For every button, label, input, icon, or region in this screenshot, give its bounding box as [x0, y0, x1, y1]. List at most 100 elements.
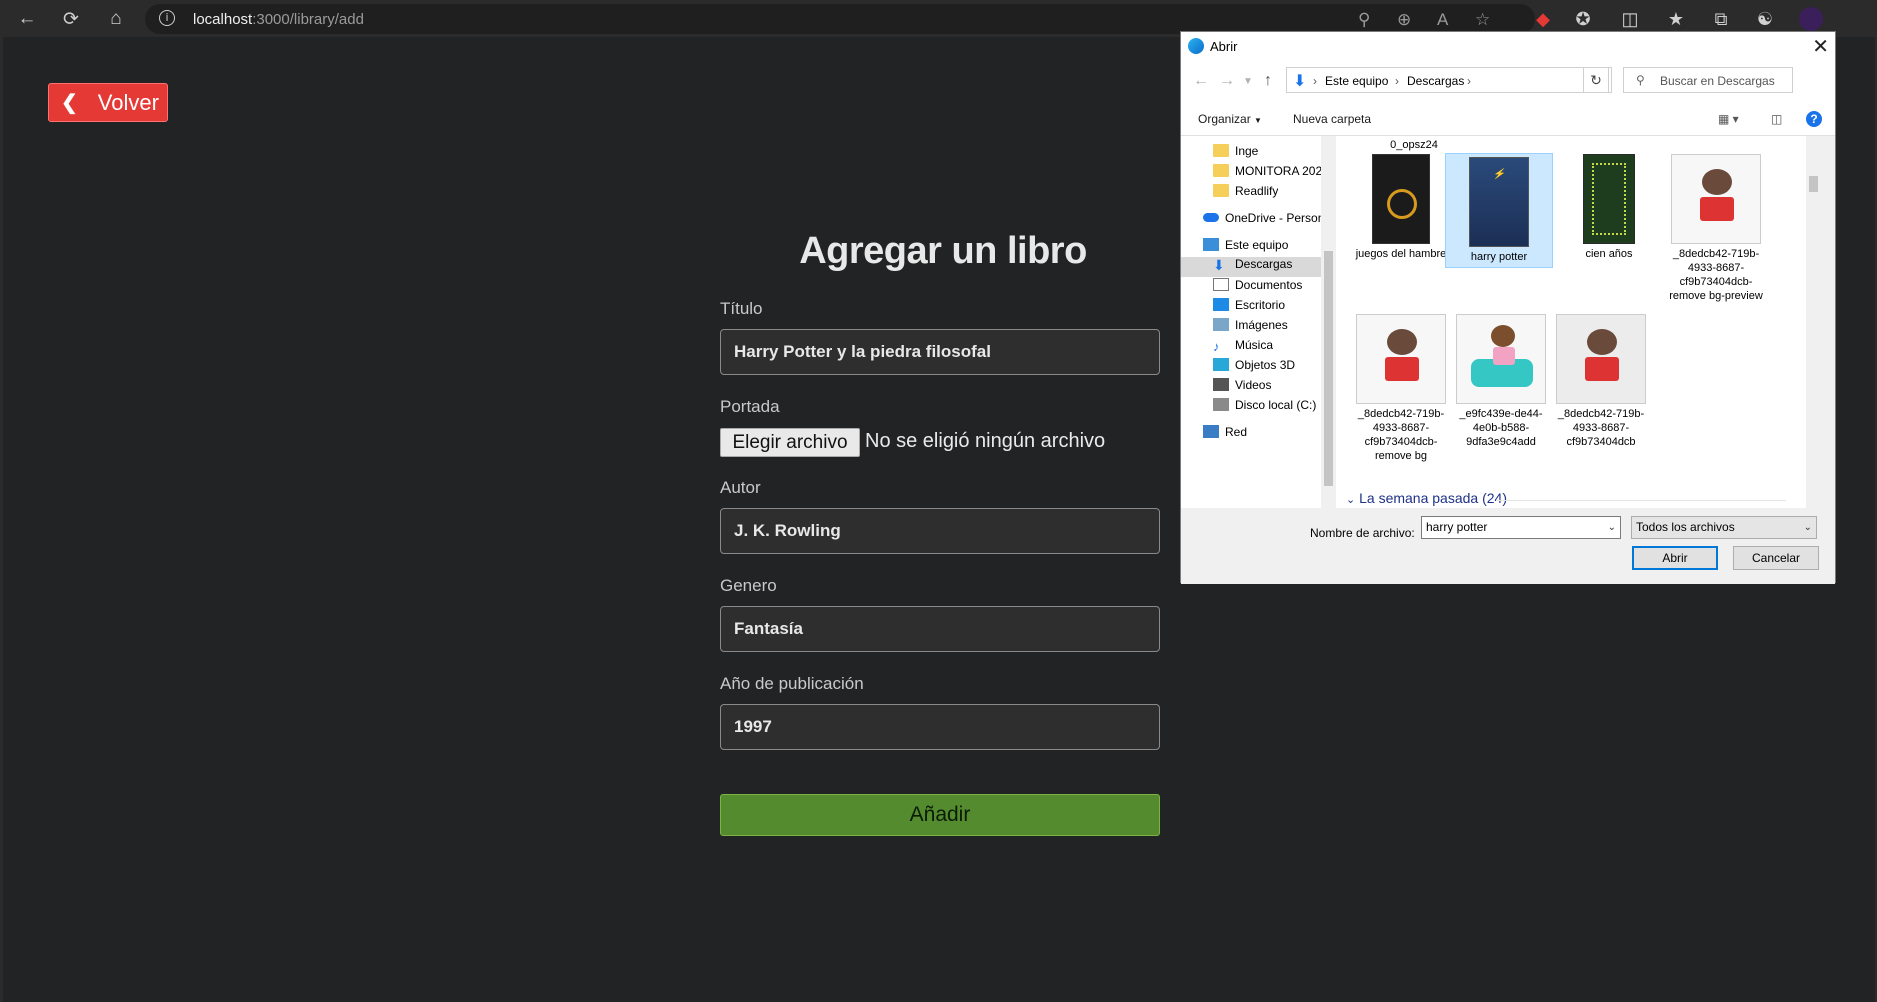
book-cover-thumbnail: ⚡ [1469, 157, 1529, 247]
nav-back-icon[interactable]: ← [1193, 72, 1209, 90]
tree-item-imagenes[interactable]: Imágenes [1213, 318, 1288, 338]
file-open-dialog: Abrir ✕ ← → ▼ ↑ ⬇ › Este equipo › Descar… [1180, 31, 1836, 584]
tree-item-videos[interactable]: Videos [1213, 378, 1271, 398]
group-header[interactable]: ⌄ La semana pasada (24) [1346, 490, 1507, 506]
recent-dropdown-icon[interactable]: ▼ [1243, 76, 1253, 87]
file-name: harry potter [1470, 251, 1528, 263]
autor-input[interactable]: J. K. Rowling [720, 508, 1160, 554]
file-item[interactable]: _e9fc439e-de44-4e0b-b588-9dfa3e9c4add [1447, 314, 1555, 449]
file-item[interactable]: _8dedcb42-719b-4933-8687-cf9b73404dcb-re… [1347, 314, 1455, 463]
chevron-down-icon[interactable]: ⌄ [1608, 517, 1616, 538]
choose-file-button[interactable]: Elegir archivo [720, 428, 860, 457]
address-bar[interactable]: i localhost:3000/library/add ⚲ ⊕ A ☆ [145, 4, 1535, 34]
info-icon[interactable]: i [159, 10, 175, 26]
anio-label: Año de publicación [720, 674, 864, 693]
tree-item-label: Documentos [1235, 278, 1303, 292]
nav-up-icon[interactable]: ↑ [1264, 72, 1272, 90]
read-aloud-icon[interactable]: A [1437, 10, 1448, 30]
tree-item-label: Imágenes [1235, 318, 1288, 332]
home-icon[interactable]: ⌂ [103, 6, 129, 32]
tree-item-este-equipo[interactable]: Este equipo [1203, 238, 1288, 258]
tree-item-monitora[interactable]: MONITORA 2023 [1213, 164, 1329, 184]
scrollbar-thumb[interactable] [1809, 176, 1818, 192]
breadcrumb-sep-icon: › [1313, 74, 1317, 88]
breadcrumb-sep-icon: › [1395, 74, 1399, 88]
search-input[interactable]: ⚲ Buscar en Descargas [1623, 67, 1793, 93]
file-item-selected[interactable]: ⚡ harry potter [1445, 153, 1553, 268]
breadcrumb[interactable]: ⬇ › Este equipo › Descargas › ⌄ [1286, 67, 1612, 93]
tree-item-readlify[interactable]: Readlify [1213, 184, 1278, 204]
tree-item-escritorio[interactable]: Escritorio [1213, 298, 1285, 318]
url-text[interactable]: localhost:3000/library/add [193, 11, 364, 28]
key-icon[interactable]: ⚲ [1358, 10, 1370, 30]
nav-forward-icon[interactable]: → [1219, 72, 1235, 90]
scrollbar-thumb[interactable] [1324, 251, 1333, 486]
performance-icon[interactable]: ☯ [1753, 7, 1777, 31]
tree-item-onedrive[interactable]: OneDrive - Person [1203, 211, 1321, 231]
file-item[interactable]: _8dedcb42-719b-4933-8687-cf9b73404dcb [1547, 314, 1655, 449]
genero-input[interactable]: Fantasía [720, 606, 1160, 652]
ublock-icon[interactable]: ◆ [1531, 7, 1555, 31]
download-icon: ⬇ [1213, 257, 1225, 273]
titulo-input[interactable]: Harry Potter y la piedra filosofal [720, 329, 1160, 375]
back-arrow-icon[interactable]: ← [14, 6, 40, 32]
file-item[interactable]: cien años [1555, 154, 1663, 261]
tree-scrollbar[interactable] [1321, 136, 1336, 508]
tree-item-label: Red [1225, 425, 1248, 439]
favorites-icon[interactable]: ★ [1664, 7, 1688, 31]
back-button[interactable]: ❮ Volver [48, 83, 168, 122]
book-cover-thumbnail [1372, 154, 1430, 244]
filetype-select[interactable]: Todos los archivos ⌄ [1631, 516, 1817, 539]
collections-icon[interactable]: ⧉ [1709, 7, 1733, 31]
help-icon[interactable]: ? [1806, 111, 1822, 127]
folder-tree: Inge MONITORA 2023 Readlify OneDrive - P… [1181, 136, 1329, 508]
download-icon: ⬇ [1293, 73, 1307, 90]
organize-label: Organizar [1198, 112, 1251, 126]
tree-item-label: Videos [1235, 378, 1272, 392]
file-item-partial[interactable]: 0_opsz24 [1360, 138, 1468, 152]
open-button[interactable]: Abrir [1632, 546, 1718, 570]
file-name: cien años [1585, 248, 1633, 260]
anio-input[interactable]: 1997 [720, 704, 1160, 750]
tree-item-disco-local[interactable]: Disco local (C:) [1213, 398, 1316, 418]
search-icon: ⚲ [1636, 73, 1645, 87]
filename-input[interactable]: harry potter ⌄ [1421, 516, 1621, 539]
file-name: _8dedcb42-719b-4933-8687-cf9b73404dcb-re… [1669, 248, 1763, 302]
breadcrumb-descargas[interactable]: Descargas [1407, 74, 1464, 88]
organize-button[interactable]: Organizar ▼ [1198, 112, 1262, 126]
reload-icon[interactable]: ⟳ [58, 6, 84, 32]
file-name: juegos del hambre [1355, 248, 1447, 260]
profile-avatar[interactable] [1799, 7, 1823, 31]
tree-item-objetos-3d[interactable]: Objetos 3D [1213, 358, 1295, 378]
breadcrumb-este-equipo[interactable]: Este equipo [1325, 74, 1388, 88]
tree-item-inge[interactable]: Inge [1213, 144, 1258, 164]
cancel-button[interactable]: Cancelar [1733, 546, 1819, 570]
extensions-icon[interactable]: ✪ [1571, 7, 1595, 31]
book-cover-thumbnail [1583, 154, 1635, 244]
favorite-star-icon[interactable]: ☆ [1475, 10, 1490, 30]
command-bar: Organizar ▼ Nueva carpeta ▦ ▾ ◫ ? [1181, 102, 1835, 136]
cover-pattern [1592, 163, 1626, 235]
preview-pane-icon[interactable]: ◫ [1771, 112, 1782, 126]
folder-icon [1213, 164, 1229, 177]
file-scrollbar[interactable] [1806, 136, 1821, 508]
view-options-icon[interactable]: ▦ ▾ [1718, 112, 1739, 126]
file-item[interactable]: _8dedcb42-719b-4933-8687-cf9b73404dcb-re… [1662, 154, 1770, 303]
tree-item-musica[interactable]: ♪ Música [1213, 338, 1273, 358]
portada-label: Portada [720, 397, 780, 416]
split-screen-icon[interactable]: ◫ [1618, 7, 1642, 31]
chevron-left-icon: ❮ [61, 92, 78, 114]
file-item[interactable]: juegos del hambre [1347, 154, 1455, 261]
image-thumbnail [1356, 314, 1446, 404]
refresh-icon[interactable]: ↻ [1583, 67, 1609, 93]
new-folder-button[interactable]: Nueva carpeta [1293, 112, 1371, 126]
image-thumbnail [1456, 314, 1546, 404]
tree-item-documentos[interactable]: Documentos [1213, 278, 1302, 298]
tree-item-descargas[interactable]: ⬇ Descargas [1181, 257, 1321, 277]
add-book-button[interactable]: Añadir [720, 794, 1160, 836]
tree-item-red[interactable]: Red [1203, 425, 1247, 445]
close-icon[interactable]: ✕ [1812, 34, 1829, 59]
zoom-icon[interactable]: ⊕ [1397, 10, 1411, 30]
cloud-icon [1203, 213, 1219, 222]
tree-item-label: MONITORA 2023 [1235, 164, 1329, 178]
